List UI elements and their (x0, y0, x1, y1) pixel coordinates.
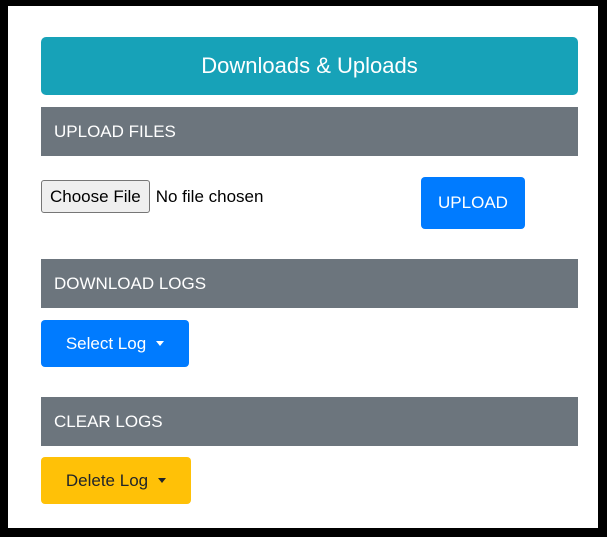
select-log-dropdown-button[interactable]: Select Log (41, 320, 189, 367)
upload-button[interactable]: UPLOAD (421, 177, 525, 229)
delete-log-dropdown-button[interactable]: Delete Log (41, 457, 191, 504)
clear-logs-header-text: CLEAR LOGS (54, 411, 163, 431)
panel-title-text: Downloads & Uploads (201, 53, 418, 78)
upload-button-label: UPLOAD (438, 193, 508, 212)
upload-files-header: UPLOAD FILES (41, 107, 578, 156)
upload-files-header-text: UPLOAD FILES (54, 121, 176, 141)
download-logs-header: DOWNLOAD LOGS (41, 259, 578, 308)
file-status-text: No file chosen (155, 186, 264, 206)
panel-title: Downloads & Uploads (41, 37, 578, 95)
choose-file-button[interactable]: Choose File (41, 180, 150, 213)
clear-logs-header: CLEAR LOGS (41, 397, 578, 446)
caret-down-icon (156, 341, 165, 346)
file-input[interactable]: Choose File No file chosen (41, 180, 263, 213)
download-logs-header-text: DOWNLOAD LOGS (54, 273, 207, 293)
delete-log-label: Delete Log (65, 470, 149, 490)
select-log-label: Select Log (65, 333, 147, 353)
caret-down-icon (158, 478, 167, 483)
